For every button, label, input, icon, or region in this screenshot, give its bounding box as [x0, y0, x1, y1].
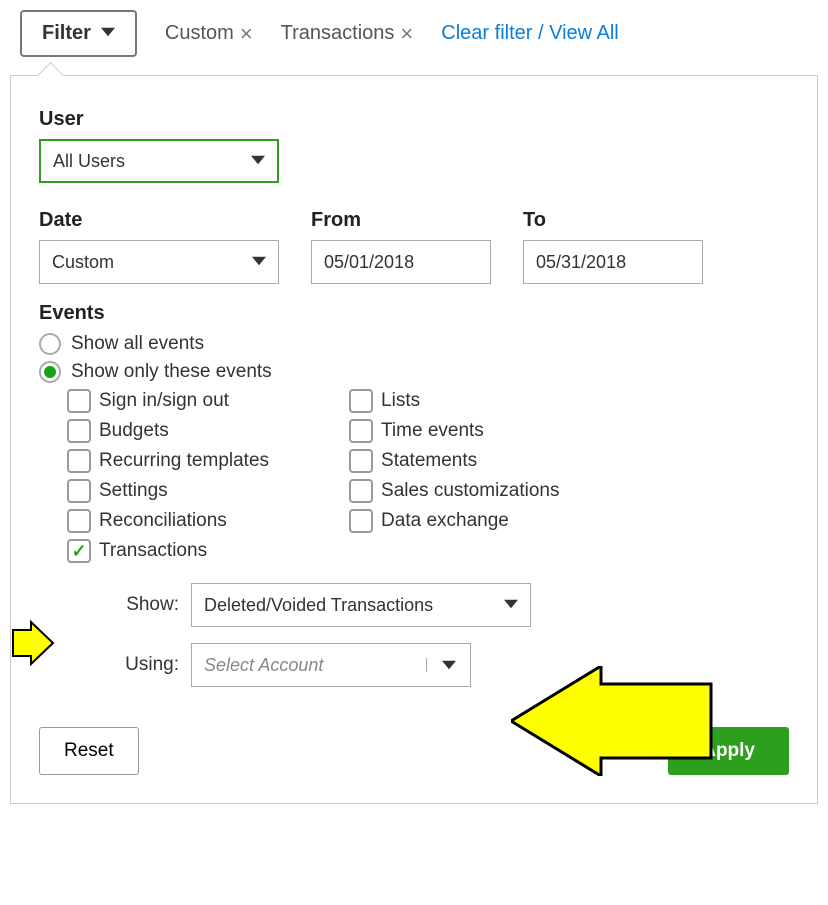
checkbox-row[interactable]: Data exchange [349, 509, 559, 533]
checkbox-icon [67, 449, 91, 473]
caret-down-icon [504, 595, 518, 616]
user-select[interactable]: All Users [39, 139, 279, 183]
user-select-value: All Users [53, 151, 125, 172]
reset-button[interactable]: Reset [39, 727, 139, 775]
checkbox-label: Recurring templates [99, 450, 269, 472]
checkbox-row[interactable]: Recurring templates [67, 449, 269, 473]
show-select[interactable]: Deleted/Voided Transactions [191, 583, 531, 627]
using-label: Using: [109, 654, 179, 676]
checkbox-label: Settings [99, 480, 168, 502]
checkbox-label: Sales customizations [381, 480, 559, 502]
checkbox-row[interactable]: Budgets [67, 419, 269, 443]
checkbox-row[interactable]: Statements [349, 449, 559, 473]
caret-down-icon [252, 252, 266, 273]
checkbox-row[interactable]: Settings [67, 479, 269, 503]
radio-only-label: Show only these events [71, 361, 272, 383]
date-label: Date [39, 209, 279, 232]
checkbox-icon [67, 479, 91, 503]
close-icon[interactable]: × [240, 21, 253, 47]
chip-label: Transactions [281, 22, 395, 45]
checkbox-icon [67, 419, 91, 443]
from-date-input[interactable]: 05/01/2018 [311, 240, 491, 284]
checkbox-icon [67, 509, 91, 533]
date-range-select[interactable]: Custom [39, 240, 279, 284]
checkbox-row[interactable]: Reconciliations [67, 509, 269, 533]
from-label: From [311, 209, 491, 232]
checkbox-label: Transactions [99, 540, 207, 562]
to-date-value: 05/31/2018 [536, 252, 626, 273]
checkbox-icon [349, 389, 373, 413]
checkbox-icon [349, 419, 373, 443]
clear-filter-link[interactable]: Clear filter / View All [441, 22, 618, 45]
caret-down-icon [426, 658, 470, 672]
chip-label: Custom [165, 22, 234, 45]
filter-chip-transactions: Transactions × [281, 21, 414, 47]
checkbox-row[interactable]: Lists [349, 389, 559, 413]
show-label: Show: [109, 594, 179, 616]
checkbox-row[interactable]: Sales customizations [349, 479, 559, 503]
checkbox-icon [349, 509, 373, 533]
radio-icon [39, 333, 61, 355]
checkbox-label: Lists [381, 390, 420, 412]
checkbox-label: Sign in/sign out [99, 390, 229, 412]
close-icon[interactable]: × [400, 21, 413, 47]
filter-panel: User All Users Date Custom From 05/01/20… [10, 75, 818, 804]
checkbox-label: Budgets [99, 420, 169, 442]
radio-all-label: Show all events [71, 333, 204, 355]
show-select-value: Deleted/Voided Transactions [204, 595, 433, 616]
checkbox-row[interactable]: Sign in/sign out [67, 389, 269, 413]
from-date-value: 05/01/2018 [324, 252, 414, 273]
radio-show-only[interactable]: Show only these events [39, 361, 789, 383]
checkbox-label: Time events [381, 420, 484, 442]
user-label: User [39, 108, 789, 131]
filter-chip-custom: Custom × [165, 21, 253, 47]
checkbox-icon [67, 539, 91, 563]
radio-icon [39, 361, 61, 383]
filter-button-label: Filter [42, 22, 91, 45]
caret-down-icon [101, 22, 115, 45]
filter-button[interactable]: Filter [20, 10, 137, 57]
caret-down-icon [251, 151, 265, 172]
radio-show-all[interactable]: Show all events [39, 333, 789, 355]
to-date-input[interactable]: 05/31/2018 [523, 240, 703, 284]
to-label: To [523, 209, 703, 232]
checkbox-icon [67, 389, 91, 413]
events-label: Events [39, 302, 789, 325]
checkbox-icon [349, 449, 373, 473]
checkbox-row[interactable]: Time events [349, 419, 559, 443]
checkbox-label: Reconciliations [99, 510, 227, 532]
date-range-value: Custom [52, 252, 114, 273]
using-placeholder: Select Account [192, 655, 426, 676]
using-select[interactable]: Select Account [191, 643, 471, 687]
checkbox-icon [349, 479, 373, 503]
checkbox-label: Data exchange [381, 510, 509, 532]
checkbox-label: Statements [381, 450, 477, 472]
apply-button[interactable]: Apply [668, 727, 789, 775]
annotation-arrow-left [3, 618, 63, 668]
checkbox-row[interactable]: Transactions [67, 539, 269, 563]
